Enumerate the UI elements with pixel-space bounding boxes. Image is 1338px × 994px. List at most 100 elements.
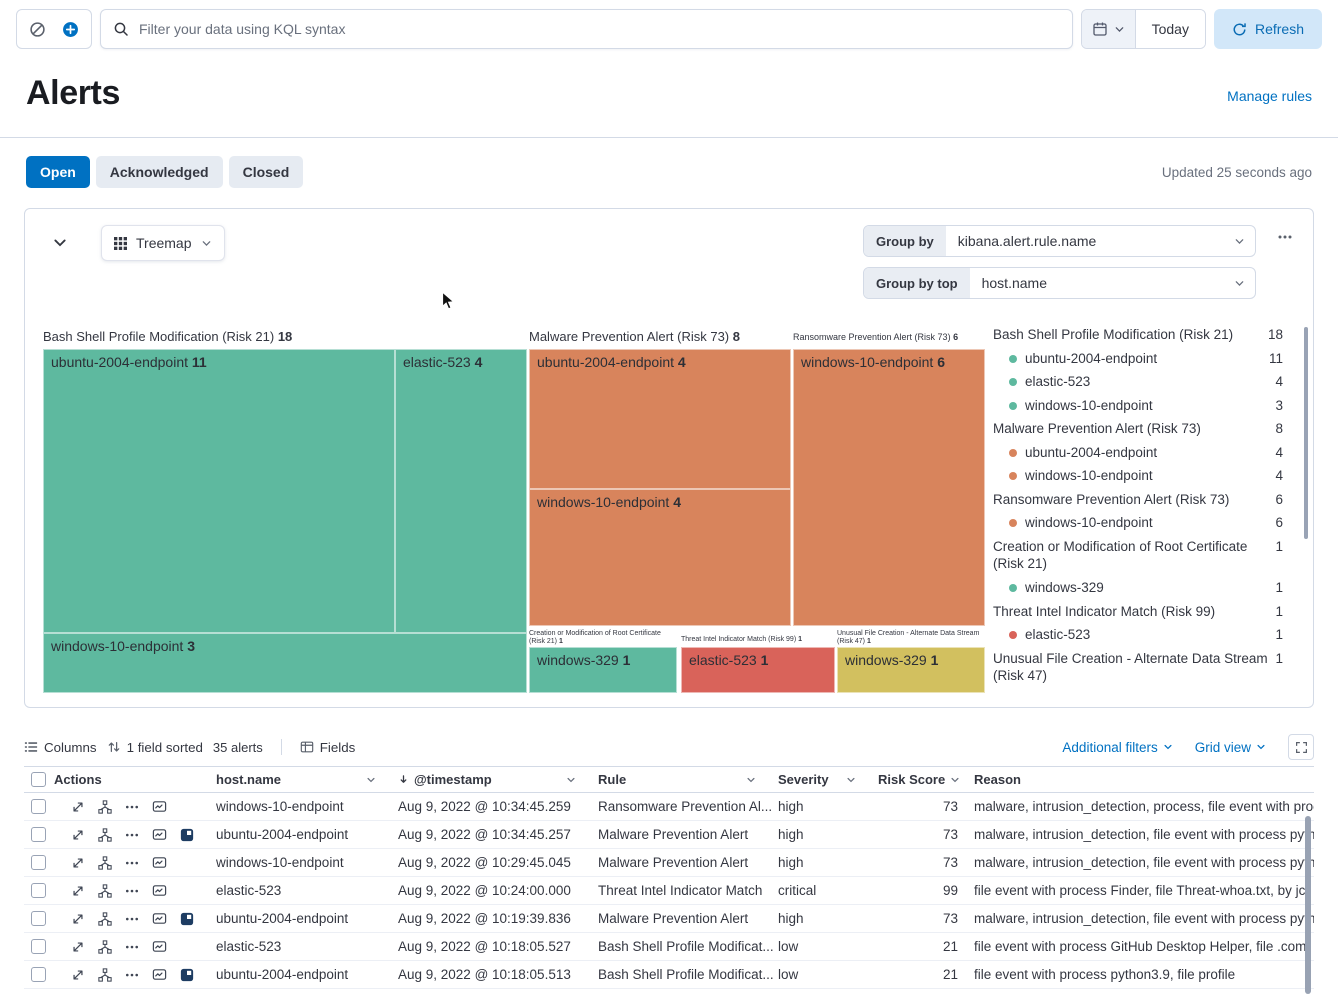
tab-open[interactable]: Open (26, 156, 90, 188)
treemap-block[interactable]: windows-10-endpoint 6 (793, 349, 985, 626)
legend-scrollbar[interactable] (1304, 327, 1308, 539)
expand-alert-icon[interactable] (71, 856, 85, 870)
more-actions-icon[interactable] (125, 800, 139, 814)
table-scrollbar[interactable] (1305, 816, 1311, 994)
legend-item[interactable]: ubuntu-2004-endpoint11 (993, 347, 1283, 371)
expand-alert-icon[interactable] (71, 912, 85, 926)
fields-icon (300, 740, 314, 754)
expand-alert-icon[interactable] (71, 800, 85, 814)
analyze-event-icon[interactable] (98, 828, 112, 842)
cell-reason: file event with process python3.9, file … (974, 967, 1314, 982)
legend-group[interactable]: Unusual File Creation - Alternate Data S… (993, 647, 1283, 688)
col-timestamp[interactable]: @timestamp (398, 767, 598, 792)
treemap-block[interactable]: elastic-523 1 (681, 647, 835, 693)
more-actions-icon[interactable] (125, 856, 139, 870)
legend-item[interactable]: windows-10-endpoint6 (993, 511, 1283, 535)
today-button[interactable]: Today (1136, 10, 1205, 48)
treemap-block[interactable]: windows-10-endpoint 3 (43, 633, 527, 693)
investigate-in-timeline-icon[interactable] (152, 855, 167, 870)
row-checkbox[interactable] (31, 827, 46, 842)
col-risk-score[interactable]: Risk Score (878, 767, 974, 792)
investigate-in-timeline-icon[interactable] (152, 911, 167, 926)
more-actions-icon[interactable] (125, 940, 139, 954)
cell-host-name: windows-10-endpoint (216, 855, 398, 870)
tab-acknowledged[interactable]: Acknowledged (96, 156, 223, 188)
row-checkbox[interactable] (31, 939, 46, 954)
col-actions: Actions (54, 767, 216, 792)
analyze-event-icon[interactable] (98, 968, 112, 982)
analyze-event-icon[interactable] (98, 884, 112, 898)
analyze-event-icon[interactable] (98, 912, 112, 926)
treemap-block[interactable]: windows-329 1 (529, 647, 677, 693)
osquery-icon[interactable] (180, 968, 194, 982)
treemap-block[interactable]: ubuntu-2004-endpoint 4 (529, 349, 791, 489)
col-rule[interactable]: Rule (598, 767, 778, 792)
fields-button[interactable]: Fields (300, 740, 356, 755)
group-by-select[interactable]: kibana.alert.rule.name (946, 226, 1255, 256)
refresh-button[interactable]: Refresh (1214, 9, 1322, 49)
more-actions-icon[interactable] (125, 968, 139, 982)
investigate-in-timeline-icon[interactable] (152, 967, 167, 982)
col-reason[interactable]: Reason (974, 767, 1314, 792)
row-checkbox[interactable] (31, 799, 46, 814)
legend-group[interactable]: Ransomware Prevention Alert (Risk 73)6 (993, 488, 1283, 512)
treemap-group-label: Unusual File Creation - Alternate Data S… (837, 630, 983, 647)
group-by-top-select[interactable]: host.name (970, 268, 1255, 298)
select-all-checkbox[interactable] (31, 772, 46, 787)
col-host-name[interactable]: host.name (216, 767, 398, 792)
osquery-icon[interactable] (180, 828, 194, 842)
investigate-in-timeline-icon[interactable] (152, 799, 167, 814)
col-severity[interactable]: Severity (778, 767, 878, 792)
more-actions-icon[interactable] (125, 884, 139, 898)
refresh-icon (1232, 22, 1247, 37)
legend-group[interactable]: Creation or Modification of Root Certifi… (993, 535, 1283, 576)
more-actions-icon[interactable] (125, 828, 139, 842)
osquery-icon[interactable] (180, 912, 194, 926)
analyze-event-icon[interactable] (98, 940, 112, 954)
analyze-event-icon[interactable] (98, 800, 112, 814)
treemap-block[interactable]: windows-10-endpoint 4 (529, 489, 791, 626)
analyze-event-icon[interactable] (98, 856, 112, 870)
expand-alert-icon[interactable] (71, 828, 85, 842)
legend-item[interactable]: elastic-5234 (993, 370, 1283, 394)
cell-risk-score: 99 (878, 883, 974, 898)
date-picker-button[interactable] (1082, 10, 1136, 48)
investigate-in-timeline-icon[interactable] (152, 939, 167, 954)
manage-rules-link[interactable]: Manage rules (1227, 88, 1312, 104)
columns-button[interactable]: Columns (24, 740, 97, 755)
saved-query-menu-icon[interactable] (29, 21, 46, 38)
investigate-in-timeline-icon[interactable] (152, 827, 167, 842)
expand-alert-icon[interactable] (71, 940, 85, 954)
treemap-block[interactable]: elastic-523 4 (395, 349, 527, 633)
expand-alert-icon[interactable] (71, 884, 85, 898)
chart-view-select[interactable]: Treemap (101, 225, 225, 261)
row-checkbox[interactable] (31, 883, 46, 898)
tab-closed[interactable]: Closed (229, 156, 304, 188)
cell-rule: Bash Shell Profile Modificat... (598, 939, 778, 954)
legend-item[interactable]: ubuntu-2004-endpoint4 (993, 441, 1283, 465)
grid-view-button[interactable]: Grid view (1195, 740, 1266, 755)
collapse-chart-icon[interactable] (53, 236, 67, 250)
more-actions-icon[interactable] (125, 912, 139, 926)
treemap-block[interactable]: ubuntu-2004-endpoint 11 (43, 349, 395, 633)
legend-item[interactable]: windows-10-endpoint4 (993, 464, 1283, 488)
additional-filters-button[interactable]: Additional filters (1062, 740, 1172, 755)
legend-item[interactable]: elastic-5231 (993, 623, 1283, 647)
add-filter-icon[interactable] (62, 21, 79, 38)
row-checkbox[interactable] (31, 967, 46, 982)
alerts-table-body: windows-10-endpoint Aug 9, 2022 @ 10:34:… (24, 793, 1314, 989)
legend-group[interactable]: Threat Intel Indicator Match (Risk 99)1 (993, 600, 1283, 624)
kql-filter-input[interactable] (139, 21, 1060, 37)
sorted-button[interactable]: 1 field sorted (107, 740, 203, 755)
legend-item[interactable]: windows-10-endpoint3 (993, 394, 1283, 418)
investigate-in-timeline-icon[interactable] (152, 883, 167, 898)
legend-item[interactable]: windows-3291 (993, 576, 1283, 600)
row-checkbox[interactable] (31, 911, 46, 926)
panel-options-icon[interactable] (1277, 229, 1293, 245)
treemap-block[interactable]: windows-329 1 (837, 647, 985, 693)
legend-group[interactable]: Bash Shell Profile Modification (Risk 21… (993, 323, 1283, 347)
expand-alert-icon[interactable] (71, 968, 85, 982)
legend-group[interactable]: Malware Prevention Alert (Risk 73)8 (993, 417, 1283, 441)
fullscreen-icon[interactable] (1288, 734, 1314, 760)
row-checkbox[interactable] (31, 855, 46, 870)
